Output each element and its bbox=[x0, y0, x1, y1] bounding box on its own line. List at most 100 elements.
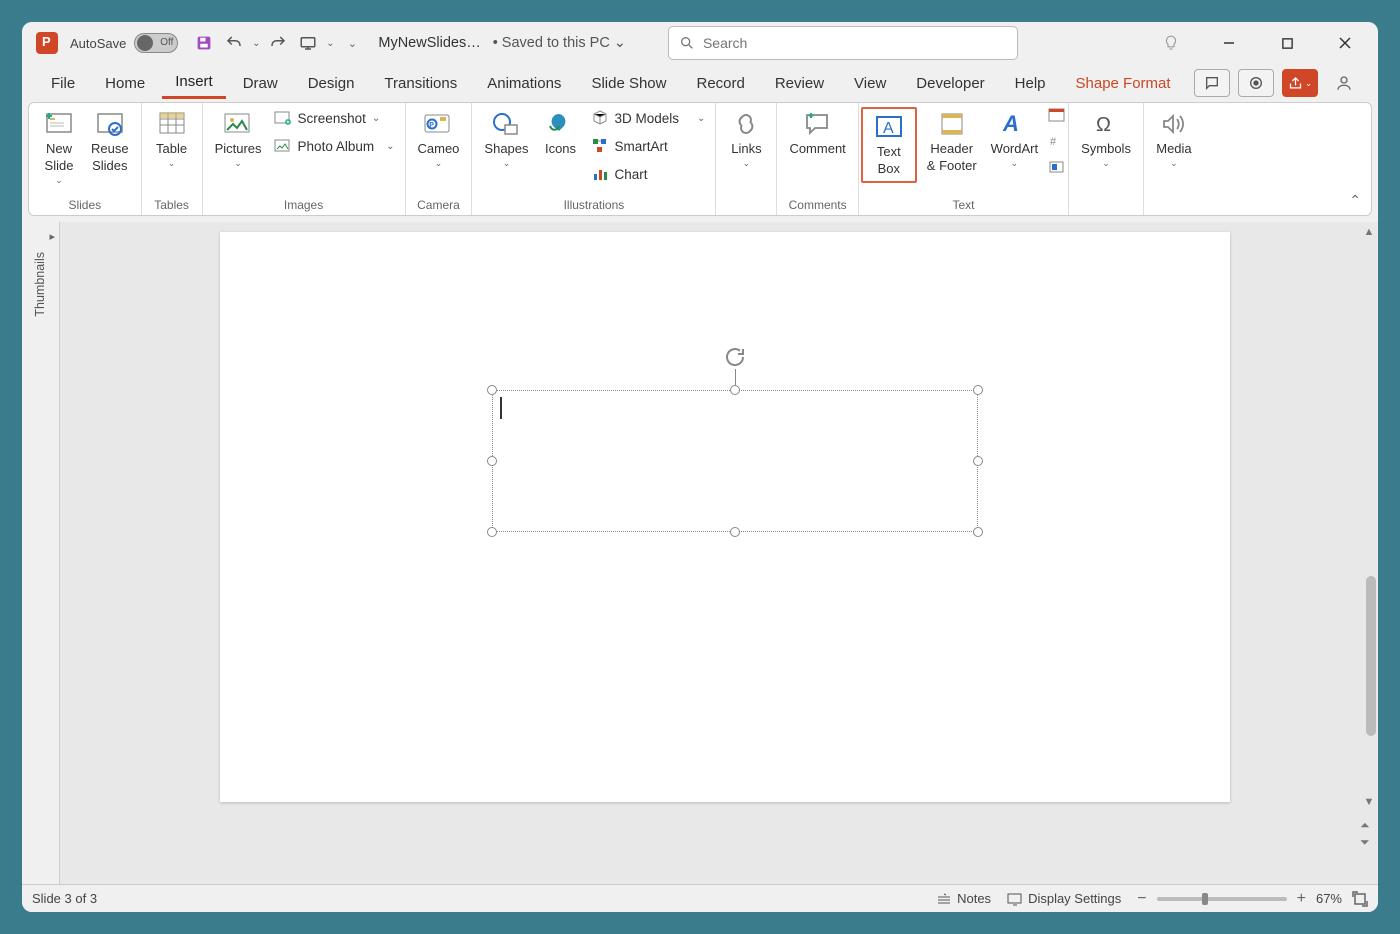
share-button[interactable]: ⌄ bbox=[1282, 69, 1318, 97]
search-icon bbox=[679, 35, 695, 51]
date-time-button[interactable] bbox=[1048, 107, 1066, 123]
header-footer-button[interactable]: Header & Footer bbox=[923, 107, 981, 177]
resize-handle-tr[interactable] bbox=[973, 385, 983, 395]
pictures-icon bbox=[220, 109, 256, 139]
group-links: Links ⌄ bbox=[716, 103, 777, 215]
reuse-slides-button[interactable]: Reuse Slides bbox=[87, 107, 133, 177]
icons-icon bbox=[543, 109, 579, 139]
file-name[interactable]: MyNewSlides… bbox=[378, 35, 480, 51]
table-button[interactable]: Table ⌄ bbox=[150, 107, 194, 172]
tab-file[interactable]: File bbox=[38, 69, 88, 98]
group-media: Media ⌄ bbox=[1144, 103, 1204, 215]
undo-button[interactable] bbox=[220, 29, 248, 57]
zoom-controls: − + 67% bbox=[1137, 890, 1368, 908]
scroll-down-icon[interactable]: ▼ bbox=[1362, 796, 1376, 808]
wordart-button[interactable]: A WordArt ⌄ bbox=[987, 107, 1042, 172]
photo-album-button[interactable]: Photo Album ⌄ bbox=[272, 135, 397, 157]
slide-indicator[interactable]: Slide 3 of 3 bbox=[32, 891, 97, 906]
group-text: A Text Box Header & Footer A WordArt ⌄ bbox=[859, 103, 1069, 215]
slide[interactable] bbox=[220, 232, 1230, 802]
fit-to-window-button[interactable] bbox=[1352, 891, 1368, 907]
zoom-out-button[interactable]: − bbox=[1137, 890, 1146, 908]
tab-insert[interactable]: Insert bbox=[162, 67, 226, 99]
tab-design[interactable]: Design bbox=[295, 69, 368, 98]
vertical-scrollbar[interactable]: ▲ ▼ ⏶ ⏷ bbox=[1362, 226, 1376, 844]
status-bar: Slide 3 of 3 Notes Display Settings − + … bbox=[22, 884, 1378, 912]
cameo-button[interactable]: P Cameo ⌄ bbox=[414, 107, 464, 172]
tab-review[interactable]: Review bbox=[762, 69, 837, 98]
resize-handle-bl[interactable] bbox=[487, 527, 497, 537]
pictures-button[interactable]: Pictures ⌄ bbox=[211, 107, 266, 172]
svg-text:P: P bbox=[430, 122, 435, 129]
resize-handle-tm[interactable] bbox=[730, 385, 740, 395]
search-input[interactable] bbox=[703, 35, 1007, 51]
next-slide-icon[interactable]: ⏷ bbox=[1360, 835, 1370, 850]
undo-dropdown[interactable]: ⌄ bbox=[250, 29, 262, 57]
search-box[interactable] bbox=[668, 26, 1018, 60]
slide-number-button[interactable]: # bbox=[1048, 133, 1066, 149]
tab-record[interactable]: Record bbox=[683, 69, 757, 98]
comments-pane-button[interactable] bbox=[1194, 69, 1230, 97]
scroll-up-icon[interactable]: ▲ bbox=[1362, 226, 1376, 238]
tab-draw[interactable]: Draw bbox=[230, 69, 291, 98]
tab-view[interactable]: View bbox=[841, 69, 899, 98]
save-status[interactable]: • Saved to this PC ⌄ bbox=[493, 35, 626, 51]
comment-button[interactable]: Comment bbox=[785, 107, 849, 160]
icons-button[interactable]: Icons bbox=[539, 107, 583, 160]
redo-button[interactable] bbox=[264, 29, 292, 57]
save-button[interactable] bbox=[190, 29, 218, 57]
zoom-slider[interactable] bbox=[1157, 897, 1287, 901]
thumbnails-panel[interactable]: ▸ Thumbnails bbox=[22, 222, 60, 884]
3d-models-button[interactable]: 3D Models ⌄ bbox=[589, 107, 708, 129]
resize-handle-br[interactable] bbox=[973, 527, 983, 537]
resize-handle-tl[interactable] bbox=[487, 385, 497, 395]
display-settings-button[interactable]: Display Settings bbox=[1007, 891, 1121, 906]
text-box-button[interactable]: A Text Box bbox=[861, 107, 917, 183]
links-button[interactable]: Links ⌄ bbox=[724, 107, 768, 172]
chart-button[interactable]: Chart bbox=[589, 163, 708, 185]
new-slide-icon bbox=[41, 109, 77, 139]
zoom-in-button[interactable]: + bbox=[1297, 890, 1306, 908]
start-from-beginning-button[interactable] bbox=[294, 29, 322, 57]
maximize-button[interactable] bbox=[1270, 28, 1304, 58]
svg-text:Ω: Ω bbox=[1096, 114, 1111, 136]
close-button[interactable] bbox=[1328, 28, 1362, 58]
new-slide-button[interactable]: New Slide ⌄ bbox=[37, 107, 81, 188]
notes-button[interactable]: Notes bbox=[936, 891, 991, 906]
group-tables: Table ⌄ Tables bbox=[142, 103, 203, 215]
tab-developer[interactable]: Developer bbox=[903, 69, 997, 98]
zoom-percent[interactable]: 67% bbox=[1316, 891, 1342, 906]
tab-transitions[interactable]: Transitions bbox=[371, 69, 470, 98]
symbols-button[interactable]: Ω Symbols ⌄ bbox=[1077, 107, 1135, 172]
workspace: ▸ Thumbnails bbox=[22, 222, 1378, 884]
object-button[interactable] bbox=[1048, 159, 1066, 175]
resize-handle-bm[interactable] bbox=[730, 527, 740, 537]
shapes-button[interactable]: Shapes ⌄ bbox=[480, 107, 532, 172]
camera-record-button[interactable] bbox=[1238, 69, 1274, 97]
media-button[interactable]: Media ⌄ bbox=[1152, 107, 1196, 172]
prev-slide-icon[interactable]: ⏶ bbox=[1360, 818, 1370, 833]
tab-animations[interactable]: Animations bbox=[474, 69, 574, 98]
tab-help[interactable]: Help bbox=[1002, 69, 1059, 98]
resize-handle-mr[interactable] bbox=[973, 456, 983, 466]
window-controls bbox=[1154, 28, 1362, 58]
rotate-handle[interactable] bbox=[723, 345, 747, 369]
tab-shape-format[interactable]: Shape Format bbox=[1063, 69, 1184, 98]
start-dropdown[interactable]: ⌄ bbox=[324, 29, 336, 57]
autosave-control[interactable]: AutoSave Off bbox=[70, 33, 178, 53]
resize-handle-ml[interactable] bbox=[487, 456, 497, 466]
expand-thumbnails-icon[interactable]: ▸ bbox=[49, 230, 55, 243]
screenshot-button[interactable]: Screenshot ⌄ bbox=[272, 107, 397, 129]
collapse-ribbon-button[interactable]: ⌃ bbox=[1349, 192, 1361, 209]
account-button[interactable] bbox=[1326, 69, 1362, 97]
autosave-toggle[interactable]: Off bbox=[134, 33, 178, 53]
scrollbar-thumb[interactable] bbox=[1366, 576, 1376, 736]
tab-home[interactable]: Home bbox=[92, 69, 158, 98]
text-box-shape[interactable] bbox=[492, 390, 978, 532]
smartart-button[interactable]: SmartArt bbox=[589, 135, 708, 157]
qat-customize-button[interactable]: ⌄ bbox=[338, 29, 366, 57]
minimize-button[interactable] bbox=[1212, 28, 1246, 58]
tab-slideshow[interactable]: Slide Show bbox=[578, 69, 679, 98]
tips-button[interactable] bbox=[1154, 28, 1188, 58]
slide-canvas-area[interactable]: ▲ ▼ ⏶ ⏷ bbox=[60, 222, 1378, 884]
